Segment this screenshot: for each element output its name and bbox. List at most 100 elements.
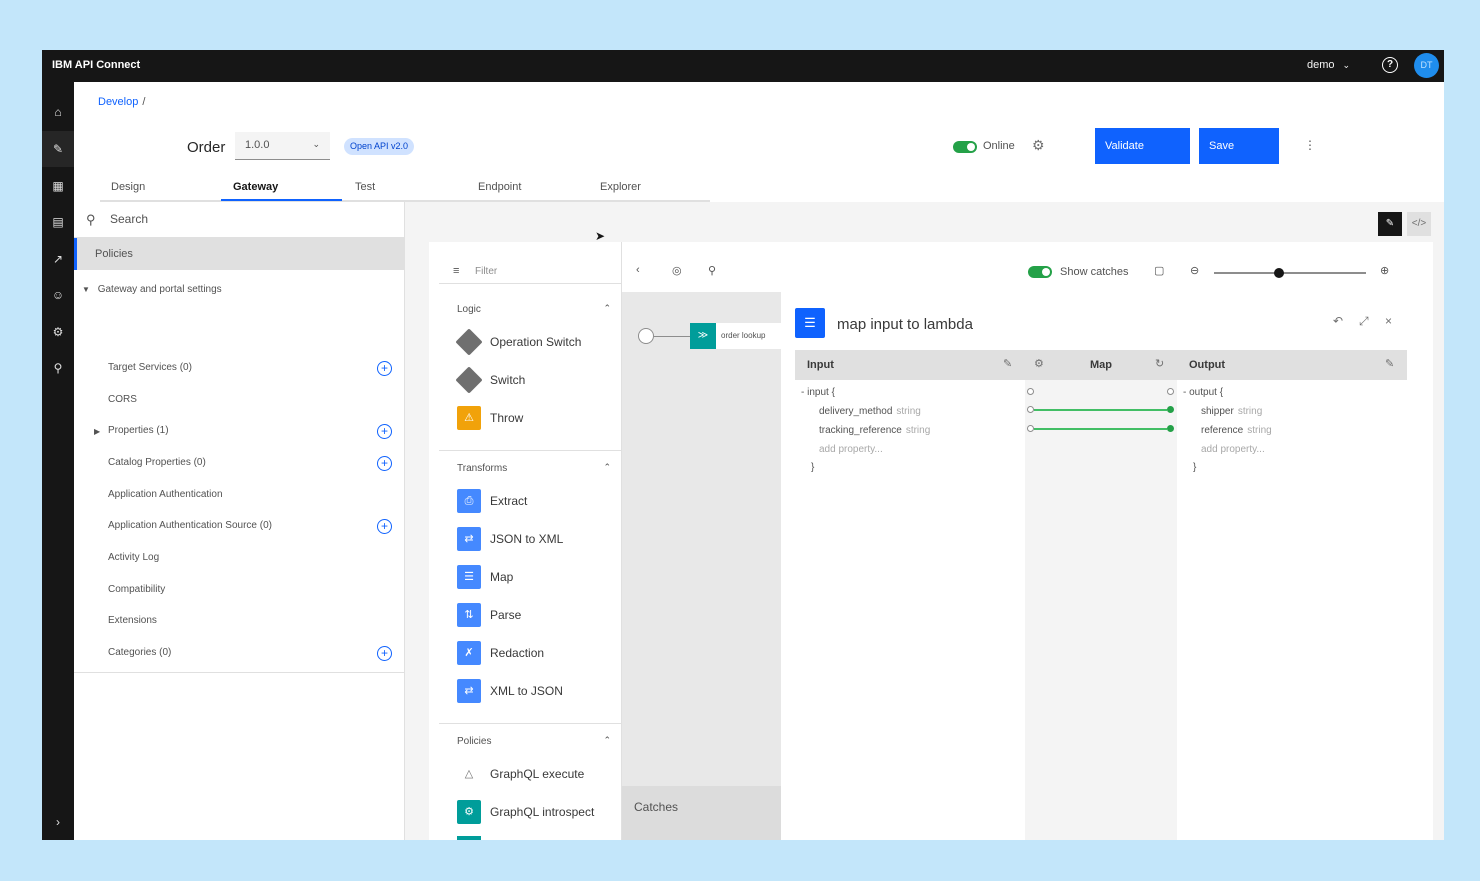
settings-icon[interactable]: ⚙: [42, 314, 74, 350]
input-field[interactable]: delivery_method string: [819, 406, 921, 417]
output-field[interactable]: reference string: [1201, 425, 1272, 436]
save-button[interactable]: Save: [1199, 128, 1279, 164]
add-property-icon[interactable]: +: [377, 424, 392, 439]
palette-item-label: Switch: [490, 373, 526, 387]
section-title: Logic: [457, 304, 481, 315]
version-select[interactable]: 1.0.0 ⌄: [235, 132, 330, 160]
palette-filter[interactable]: ≡ Filter: [439, 260, 621, 284]
map-connection-line[interactable]: [1034, 409, 1167, 411]
zoom-slider-track[interactable]: [1214, 272, 1366, 274]
sidebar-item-extensions[interactable]: Extensions: [108, 615, 157, 626]
input-field[interactable]: tracking_reference string: [819, 425, 930, 436]
zoom-slider-handle[interactable]: [1274, 268, 1285, 278]
output-field[interactable]: shipper string: [1201, 406, 1262, 417]
flow-node-order-lookup[interactable]: ≫ order lookup: [690, 323, 784, 349]
sidebar-item-policies[interactable]: Policies: [74, 238, 405, 270]
home-icon[interactable]: ⌂: [42, 94, 74, 130]
map-connection-line[interactable]: [1034, 428, 1167, 430]
catches-area[interactable]: Catches: [622, 786, 782, 840]
sidebar-item-categories[interactable]: Categories (0): [108, 647, 171, 658]
gear-icon[interactable]: ⚙: [1032, 137, 1045, 154]
map-editor: ☰ map input to lambda ↶ ⤢ × Input ✎ ⚙ Ma…: [781, 292, 1433, 840]
output-root: - output {: [1183, 387, 1224, 398]
input-root-port[interactable]: [1027, 388, 1034, 395]
sidebar-item-app-auth[interactable]: Application Authentication: [108, 489, 223, 500]
settings-icon[interactable]: ⚙: [1034, 357, 1044, 370]
edit-output-icon[interactable]: ✎: [1385, 357, 1394, 370]
palette-section-transforms[interactable]: Transforms ⌃: [439, 457, 621, 481]
close-icon[interactable]: ×: [1385, 314, 1392, 328]
online-toggle[interactable]: [953, 141, 977, 153]
section-title: Policies: [457, 736, 492, 747]
output-port[interactable]: [1167, 425, 1174, 432]
sidebar-search: ⚲: [74, 202, 405, 238]
graphql-introspect-icon: ⚙: [457, 800, 481, 824]
output-port[interactable]: [1167, 406, 1174, 413]
caret-right-icon[interactable]: ▶: [94, 427, 100, 436]
breadcrumb-develop-link[interactable]: Develop: [98, 96, 138, 108]
palette-section-logic[interactable]: Logic ⌃: [439, 298, 621, 322]
help-icon[interactable]: ?: [1382, 57, 1398, 73]
tab-design[interactable]: Design: [111, 181, 145, 193]
user-menu[interactable]: demo ⌄: [1307, 59, 1350, 71]
invoke-icon: ≫: [690, 323, 716, 349]
palette-item-label: Throw: [490, 411, 524, 425]
output-add-property[interactable]: add property...: [1201, 444, 1265, 455]
input-add-property[interactable]: add property...: [819, 444, 883, 455]
edit-input-icon[interactable]: ✎: [1003, 357, 1012, 370]
edit-icon[interactable]: ✎: [1378, 212, 1402, 236]
input-field-name: delivery_method: [819, 406, 893, 417]
sidebar-group-gateway-settings[interactable]: ▼ Gateway and portal settings: [74, 278, 405, 302]
add-auth-source-icon[interactable]: +: [377, 519, 392, 534]
output-close-brace: }: [1193, 462, 1197, 473]
search-icon[interactable]: ⚲: [708, 264, 716, 277]
avatar[interactable]: DT: [1414, 53, 1439, 78]
fit-to-screen-icon[interactable]: ▢: [1154, 264, 1164, 277]
add-category-icon[interactable]: +: [377, 646, 392, 661]
develop-icon[interactable]: ✎: [42, 131, 74, 167]
sidebar-item-properties[interactable]: Properties (1): [108, 425, 169, 436]
input-port[interactable]: [1027, 425, 1034, 432]
expand-nav-icon[interactable]: ›: [42, 804, 74, 840]
active-tab-indicator: [221, 199, 342, 201]
overflow-menu-icon[interactable]: ⋮: [1304, 138, 1316, 152]
sidebar-item-cors[interactable]: CORS: [108, 394, 137, 405]
tab-endpoint[interactable]: Endpoint: [478, 181, 521, 193]
refresh-icon[interactable]: ↻: [1155, 357, 1164, 370]
zoom-out-icon[interactable]: ⊖: [1190, 264, 1199, 277]
search-icon[interactable]: ⚲: [42, 350, 74, 386]
tab-test[interactable]: Test: [355, 181, 375, 193]
users-icon[interactable]: ☺: [42, 277, 74, 313]
show-catches-toggle[interactable]: [1028, 266, 1052, 278]
target-icon[interactable]: ◎: [672, 264, 682, 277]
sidebar-group-label: Gateway and portal settings: [97, 284, 222, 295]
chevron-left-icon[interactable]: ‹: [636, 264, 640, 276]
zoom-in-icon[interactable]: ⊕: [1380, 264, 1389, 277]
sidebar-item-compatibility[interactable]: Compatibility: [108, 584, 165, 595]
restore-icon[interactable]: ↶: [1333, 314, 1343, 328]
validate-button[interactable]: Validate: [1095, 128, 1190, 164]
apps-icon[interactable]: ▦: [42, 168, 74, 204]
flow-column: ‹ ◎ ⚲ Show catches ▢ ⊖ ⊕ ≫ order lookup …: [621, 242, 1389, 840]
code-view-icon[interactable]: </>: [1407, 212, 1431, 236]
maximize-icon[interactable]: ⤢: [1359, 314, 1369, 329]
palette-item-label: Redaction: [490, 646, 545, 660]
sidebar-item-activity-log[interactable]: Activity Log: [108, 552, 159, 563]
sidebar-item-target-services[interactable]: Target Services (0): [108, 362, 192, 373]
sidebar-item-catalog-properties[interactable]: Catalog Properties (0): [108, 457, 206, 468]
section-title: Transforms: [457, 463, 508, 474]
output-field-name: shipper: [1201, 406, 1234, 417]
tab-explorer[interactable]: Explorer: [600, 181, 641, 193]
sidebar-item-app-auth-source[interactable]: Application Authentication Source (0): [108, 520, 272, 531]
input-port[interactable]: [1027, 406, 1034, 413]
tab-gateway[interactable]: Gateway: [233, 181, 278, 193]
analytics-icon[interactable]: ↗: [42, 241, 74, 277]
search-input[interactable]: [110, 212, 390, 226]
output-root-port[interactable]: [1167, 388, 1174, 395]
graphql-execute-icon: △: [464, 768, 474, 780]
palette-section-policies[interactable]: Policies ⌃: [439, 730, 621, 754]
palette-item-partial: [457, 836, 481, 840]
add-target-service-icon[interactable]: +: [377, 361, 392, 376]
add-catalog-property-icon[interactable]: +: [377, 456, 392, 471]
catalog-icon[interactable]: ▤: [42, 204, 74, 240]
